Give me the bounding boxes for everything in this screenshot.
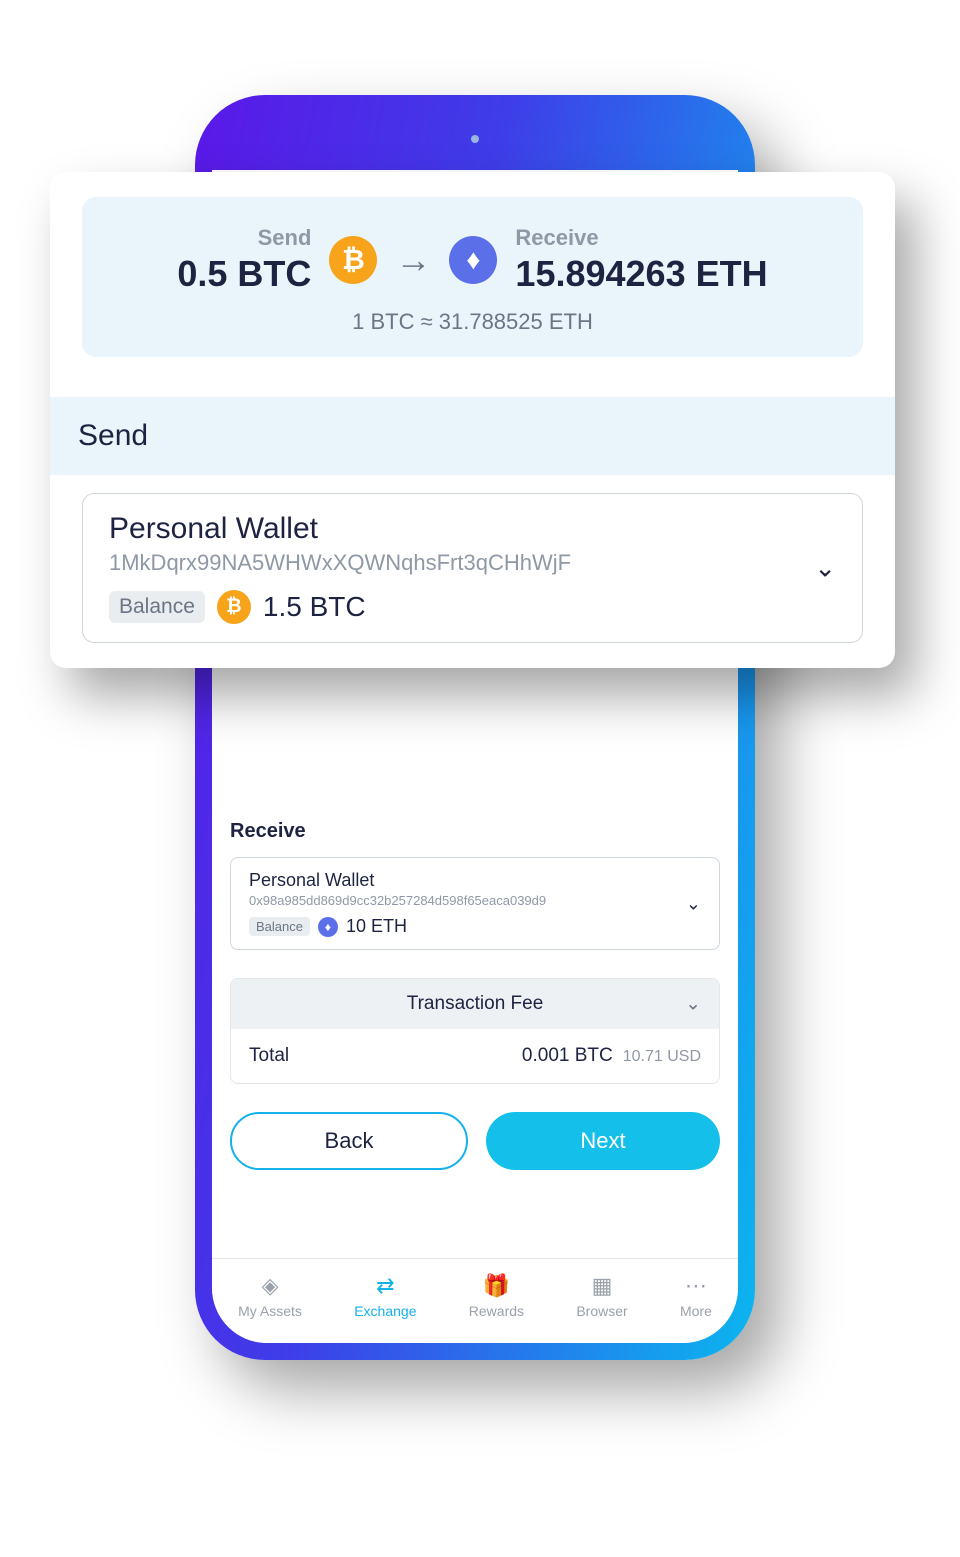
- chevron-down-icon: ⌄: [686, 893, 701, 914]
- receive-amount: 15.894263 ETH: [515, 253, 767, 295]
- tab-exchange[interactable]: ⇄ Exchange: [354, 1273, 416, 1319]
- more-icon: ⋯: [685, 1273, 707, 1299]
- exchange-rate: 1 BTC ≈ 31.788525 ETH: [102, 309, 843, 335]
- send-wallet-card[interactable]: Personal Wallet 1MkDqrx99NA5WHWxXQWNqhsF…: [82, 493, 863, 643]
- bottom-tab-bar: ◈ My Assets ⇄ Exchange 🎁 Rewards ▦ Brows…: [212, 1258, 738, 1343]
- fee-usd-amount: 10.71 USD: [623, 1048, 701, 1066]
- transaction-fee-header[interactable]: Transaction Fee ⌄: [231, 979, 719, 1029]
- tab-browser[interactable]: ▦ Browser: [576, 1273, 627, 1319]
- exchange-icon: ⇄: [376, 1273, 394, 1299]
- exchange-rate-summary: Send 0.5 BTC ₿ → ♦ Receive 15.894263 ETH…: [82, 197, 863, 357]
- transaction-fee-title: Transaction Fee: [407, 993, 544, 1014]
- receive-wallet-address: 0x98a985dd869d9cc32b257284d598f65eaca039…: [249, 893, 701, 908]
- ethereum-icon: ♦: [318, 917, 338, 937]
- bitcoin-icon: ₿: [329, 236, 377, 284]
- tab-label: Exchange: [354, 1303, 416, 1319]
- tab-label: My Assets: [238, 1303, 302, 1319]
- receive-section-heading: Receive: [230, 820, 720, 843]
- send-wallet-address: 1MkDqrx99NA5WHWxXQWNqhsFrt3qCHhWjF: [109, 550, 836, 576]
- send-balance-label: Balance: [109, 591, 205, 623]
- tab-rewards[interactable]: 🎁 Rewards: [469, 1273, 524, 1319]
- ethereum-icon: ♦: [449, 236, 497, 284]
- tab-my-assets[interactable]: ◈ My Assets: [238, 1273, 302, 1319]
- send-label: Send: [258, 225, 312, 251]
- receive-wallet-card[interactable]: Personal Wallet 0x98a985dd869d9cc32b2572…: [230, 857, 720, 950]
- grid-icon: ▦: [592, 1273, 613, 1299]
- receive-wallet-name: Personal Wallet: [249, 870, 701, 891]
- receive-balance-label: Balance: [249, 917, 310, 936]
- gift-icon: 🎁: [483, 1273, 510, 1299]
- tab-more[interactable]: ⋯ More: [680, 1273, 712, 1319]
- diamond-icon: ◈: [262, 1273, 279, 1299]
- receive-label: Receive: [515, 225, 598, 251]
- send-section-heading: Send: [50, 397, 895, 475]
- tab-label: Browser: [576, 1303, 627, 1319]
- exchange-summary-card: Send 0.5 BTC ₿ → ♦ Receive 15.894263 ETH…: [50, 172, 895, 668]
- tab-label: More: [680, 1303, 712, 1319]
- chevron-down-icon: ⌄: [685, 993, 701, 1016]
- phone-speaker: [471, 135, 479, 143]
- tab-label: Rewards: [469, 1303, 524, 1319]
- arrow-right-icon: →: [395, 239, 431, 281]
- chevron-down-icon: ⌄: [814, 553, 836, 584]
- next-button[interactable]: Next: [486, 1112, 720, 1170]
- fee-btc-amount: 0.001 BTC: [522, 1045, 613, 1067]
- fee-total-label: Total: [249, 1045, 289, 1067]
- send-amount: 0.5 BTC: [177, 253, 311, 295]
- back-button[interactable]: Back: [230, 1112, 468, 1170]
- send-balance-value: 1.5 BTC: [263, 591, 366, 623]
- transaction-fee-panel: Transaction Fee ⌄ Total 0.001 BTC 10.71 …: [230, 978, 720, 1084]
- bitcoin-icon: ₿: [217, 590, 251, 624]
- send-wallet-name: Personal Wallet: [109, 512, 836, 546]
- receive-balance-value: 10 ETH: [346, 916, 407, 937]
